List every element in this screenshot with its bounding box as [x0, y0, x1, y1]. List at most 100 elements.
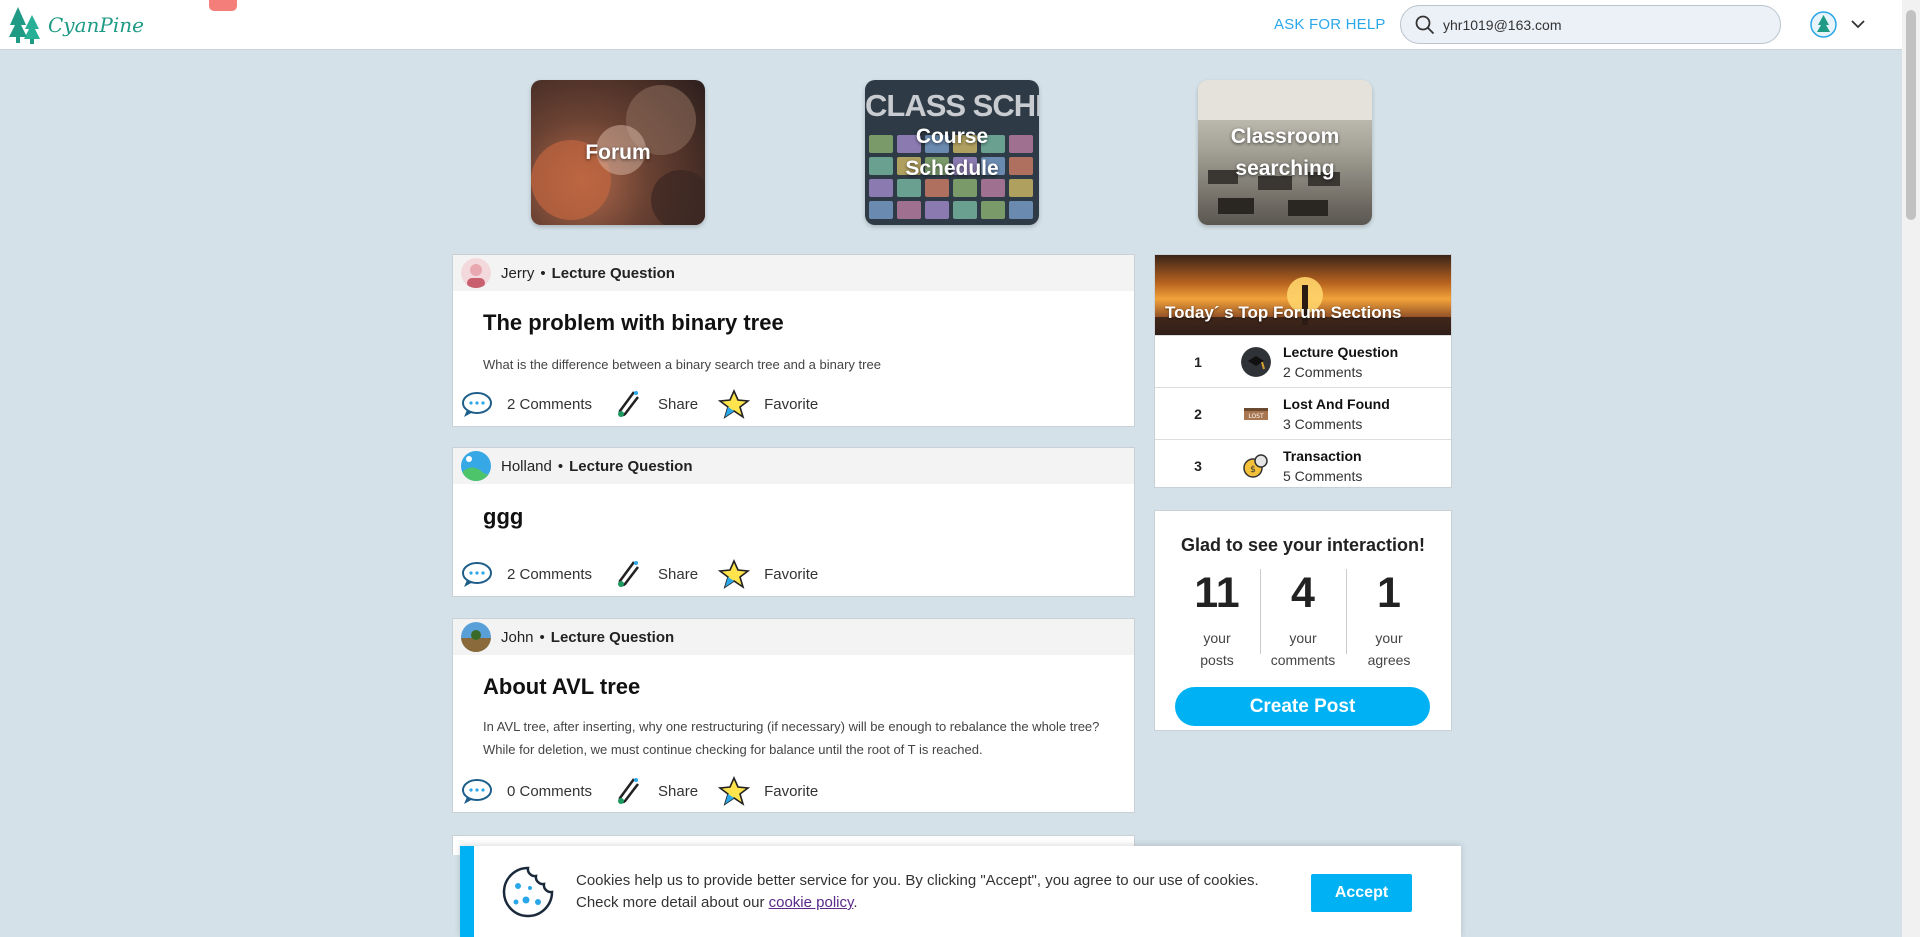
- star-icon[interactable]: [718, 776, 751, 806]
- cookie-icon: [502, 866, 554, 918]
- comments-count[interactable]: 0 Comments: [507, 783, 592, 800]
- author-name[interactable]: Jerry: [501, 265, 534, 282]
- section-name[interactable]: Transaction: [1283, 448, 1362, 464]
- classroom-searching-tile[interactable]: Classroom searching: [1198, 80, 1372, 225]
- comment-icon[interactable]: [461, 776, 493, 806]
- forum-tile[interactable]: Forum: [531, 80, 705, 225]
- section-rank: 2: [1194, 405, 1202, 422]
- top-nav: CyanPine ASK FOR HELP yhr1019@163.com: [0, 0, 1902, 50]
- post-card[interactable]: Jerry • Lecture Question The problem wit…: [452, 254, 1135, 427]
- search-input[interactable]: yhr1019@163.com: [1443, 17, 1562, 33]
- star-icon[interactable]: [718, 389, 751, 419]
- cookie-banner: Cookies help us to provide better servic…: [460, 846, 1461, 937]
- stat-number: 1: [1377, 569, 1401, 617]
- forum-tile-label: Forum: [585, 140, 651, 164]
- stat-number: 4: [1291, 569, 1315, 617]
- stats-title: Glad to see your interaction!: [1180, 535, 1426, 555]
- post-section[interactable]: Lecture Question: [552, 265, 675, 282]
- top-forum-sections: Today´ s Top Forum Sections 1 Lecture Qu…: [1154, 254, 1452, 488]
- section-name[interactable]: Lost And Found: [1283, 396, 1390, 412]
- post-title[interactable]: About AVL tree: [483, 674, 640, 700]
- favorite-label[interactable]: Favorite: [764, 396, 818, 413]
- svg-text:LOST: LOST: [1248, 413, 1264, 420]
- section-info: Lecture Question 2 Comments: [1283, 344, 1398, 380]
- section-rank: 3: [1194, 457, 1202, 474]
- stat-label-line2: posts: [1200, 652, 1234, 668]
- stat-label-line2: comments: [1270, 652, 1336, 668]
- course-schedule-tile-label: Course Schedule: [865, 80, 1039, 225]
- section-count: 5 Comments: [1283, 467, 1363, 484]
- post-body: In AVL tree, after inserting, why one re…: [483, 719, 1100, 757]
- tree-logo-icon: [9, 7, 40, 44]
- post-card[interactable]: Holland • Lecture Question ggg 2 Comment…: [452, 447, 1135, 597]
- author-name[interactable]: Holland: [501, 458, 552, 475]
- post-actions: 0 Comments Share Favorite: [461, 776, 818, 806]
- post-body: What is the difference between a binary …: [483, 357, 881, 372]
- cookie-suffix: .: [853, 894, 858, 911]
- top-sections-title: Today´ s Top Forum Sections: [1165, 303, 1402, 322]
- create-post-button[interactable]: Create Post: [1175, 687, 1430, 726]
- site-logo[interactable]: CyanPine: [8, 5, 144, 45]
- stat-label: your agrees: [1346, 627, 1432, 671]
- cookie-message: Cookies help us to provide better servic…: [576, 870, 1266, 914]
- accept-button[interactable]: Accept: [1311, 874, 1412, 912]
- ask-for-help-link[interactable]: ASK FOR HELP: [1274, 16, 1386, 33]
- share-label[interactable]: Share: [658, 396, 698, 413]
- comments-count[interactable]: 2 Comments: [507, 566, 592, 583]
- post-title[interactable]: ggg: [483, 504, 523, 530]
- cookie-policy-link[interactable]: cookie policy: [769, 894, 854, 911]
- post-card[interactable]: John • Lecture Question About AVL tree I…: [452, 618, 1135, 813]
- avatar-icon: [461, 258, 491, 288]
- section-count: 3 Comments: [1283, 415, 1363, 432]
- author-avatar[interactable]: [461, 451, 491, 481]
- stat-label: your comments: [1260, 627, 1346, 671]
- share-icon[interactable]: [612, 559, 644, 589]
- feedback-tab[interactable]: [209, 0, 237, 11]
- post-section[interactable]: Lecture Question: [551, 629, 674, 646]
- share-icon[interactable]: [612, 776, 644, 806]
- lost-and-found-icon: LOST: [1244, 407, 1268, 420]
- page-scrollbar[interactable]: [1902, 0, 1920, 937]
- favorite-label[interactable]: Favorite: [764, 783, 818, 800]
- section-row[interactable]: 2 LOST Lost And Found 3 Comments: [1155, 387, 1451, 439]
- cookie-text: Cookies help us to provide better servic…: [576, 872, 1259, 911]
- stat-agrees[interactable]: 1 your agrees: [1346, 567, 1432, 671]
- stat-label: your posts: [1174, 627, 1260, 671]
- section-row[interactable]: 1 Lecture Question 2 Comments: [1155, 335, 1451, 387]
- share-label[interactable]: Share: [658, 783, 698, 800]
- course-schedule-tile[interactable]: CLASS SCHEDULE Course Schedule: [865, 80, 1039, 225]
- lecture-icon: [1241, 346, 1271, 377]
- section-name[interactable]: Lecture Question: [1283, 344, 1398, 360]
- transaction-icon: $: [1243, 453, 1268, 478]
- favorite-label[interactable]: Favorite: [764, 566, 818, 583]
- logo-text: CyanPine: [48, 13, 144, 37]
- separator-dot: •: [539, 628, 545, 646]
- search-box[interactable]: yhr1019@163.com: [1400, 5, 1781, 44]
- section-row[interactable]: 3 $ Transaction 5 Comments: [1155, 439, 1451, 491]
- scrollbar-thumb[interactable]: [1906, 10, 1916, 220]
- stat-comments[interactable]: 4 your comments: [1260, 567, 1346, 671]
- post-actions: 2 Comments Share Favorite: [461, 389, 818, 419]
- stat-posts[interactable]: 11 your posts: [1174, 567, 1260, 671]
- author-avatar[interactable]: [461, 258, 491, 288]
- star-icon[interactable]: [718, 559, 751, 589]
- post-title[interactable]: The problem with binary tree: [483, 310, 784, 336]
- author-avatar[interactable]: [461, 622, 491, 652]
- sunset-banner: Today´ s Top Forum Sections: [1155, 255, 1451, 335]
- post-section[interactable]: Lecture Question: [569, 458, 692, 475]
- share-label[interactable]: Share: [658, 566, 698, 583]
- chevron-down-icon[interactable]: [1850, 16, 1866, 32]
- separator-dot: •: [540, 264, 546, 282]
- author-name[interactable]: John: [501, 629, 534, 646]
- separator-dot: •: [557, 457, 564, 475]
- comment-icon[interactable]: [461, 559, 493, 589]
- comments-count[interactable]: 2 Comments: [507, 396, 592, 413]
- stat-label-line1: your: [1203, 630, 1231, 646]
- user-avatar[interactable]: [1810, 11, 1837, 43]
- comment-icon[interactable]: [461, 389, 493, 419]
- user-avatar-icon: [1810, 11, 1837, 38]
- stat-label-line1: your: [1375, 630, 1403, 646]
- section-info: Transaction 5 Comments: [1283, 448, 1362, 484]
- share-icon[interactable]: [612, 389, 644, 419]
- classroom-searching-tile-label: Classroom searching: [1198, 80, 1372, 225]
